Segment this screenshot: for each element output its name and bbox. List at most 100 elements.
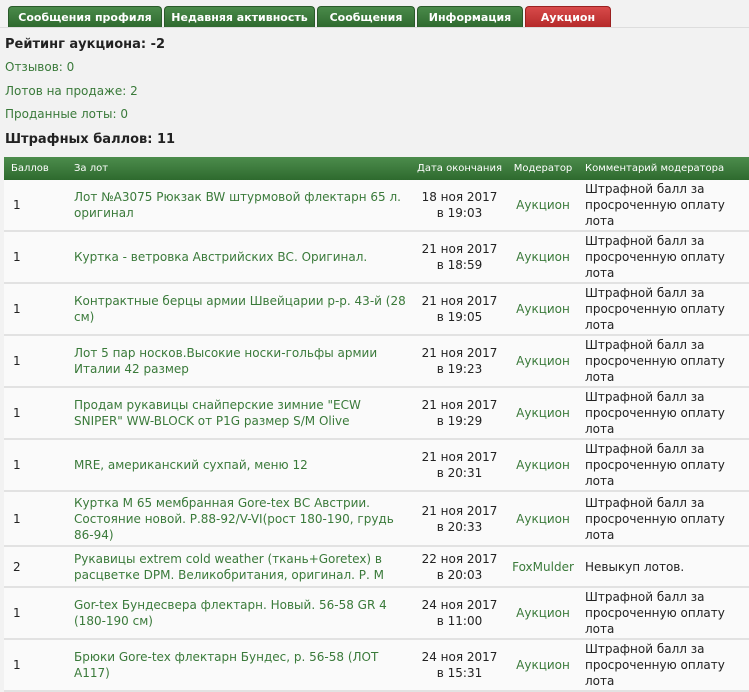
row-comment: Штрафной балл за просроченную оплату лот… <box>579 180 749 232</box>
table-row: 1 Куртка - ветровка Австрийских ВС. Ориг… <box>4 231 749 284</box>
row-time: в 19:23 <box>436 362 483 376</box>
row-lot-link[interactable]: Рукавицы extrem cold weather (ткань+Gore… <box>66 546 412 588</box>
row-score: 1 <box>4 231 66 284</box>
row-score: 2 <box>4 546 66 588</box>
row-comment: Штрафной балл за просроченную оплату лот… <box>579 231 749 284</box>
row-date: 21 ноя 2017 <box>421 242 498 256</box>
profile-tabs: Сообщения профиля Недавняя активность Со… <box>8 6 611 27</box>
row-moderator-link[interactable]: Аукцион <box>507 439 579 492</box>
table-row: 1 Куртка М 65 мембранная Gore-tex ВС Авс… <box>4 491 749 547</box>
row-comment: Штрафной балл за просроченную оплату лот… <box>579 639 749 692</box>
row-time: в 20:33 <box>436 519 483 534</box>
row-lot-link[interactable]: Продам рукавицы снайперские зимние "ECW … <box>66 387 412 440</box>
auction-rating: Рейтинг аукциона: -2 <box>5 37 166 52</box>
table-row: 1 Лот №А3075 Рюкзак BW штурмовой флектар… <box>4 180 749 232</box>
tab-information[interactable]: Информация <box>417 6 523 27</box>
row-comment: Штрафной балл за просроченную оплату лот… <box>579 387 749 440</box>
tab-profile-messages[interactable]: Сообщения профиля <box>8 6 162 27</box>
row-end-date: 21 ноя 2017 в 18:59 <box>412 231 507 284</box>
row-comment: Штрафной балл за просроченную оплату лот… <box>579 439 749 492</box>
row-time: в 15:31 <box>436 666 483 680</box>
row-lot-link[interactable]: Лот №А3075 Рюкзак BW штурмовой флектарн … <box>66 180 412 232</box>
table-row: 1 Gor-tex Бундесвера флектарн. Новый. 56… <box>4 587 749 640</box>
row-lot-link[interactable]: MRE, американский сухпай, меню 12 <box>66 439 412 492</box>
col-score: Баллов <box>4 157 66 180</box>
tab-recent-activity[interactable]: Недавняя активность <box>164 6 315 27</box>
col-end-date: Дата окончания <box>412 157 507 180</box>
row-end-date: 24 ноя 2017 в 15:31 <box>412 639 507 692</box>
row-date: 18 ноя 2017 <box>421 190 498 204</box>
row-end-date: 24 ноя 2017 в 11:00 <box>412 587 507 640</box>
table-row: 1 Контрактные берцы армии Швейцарии р-р.… <box>4 283 749 336</box>
row-comment: Штрафной балл за просроченную оплату лот… <box>579 335 749 388</box>
row-end-date: 21 ноя 2017 в 19:05 <box>412 283 507 336</box>
lots-on-sale: Лотов на продаже: 2 <box>5 83 138 98</box>
row-time: в 19:05 <box>436 310 483 324</box>
reviews-count: Отзывов: 0 <box>5 60 75 74</box>
col-comment: Комментарий модератора <box>579 157 749 180</box>
row-lot-link[interactable]: Куртка - ветровка Австрийских ВС. Оригин… <box>66 231 412 284</box>
row-moderator-link[interactable]: Аукцион <box>507 180 579 232</box>
row-date: 21 ноя 2017 <box>421 450 498 464</box>
row-end-date: 22 ноя 2017 в 20:03 <box>412 546 507 588</box>
table-row: 1 Лот 5 пар носков.Высокие носки-гольфы … <box>4 335 749 388</box>
row-time: в 19:03 <box>436 206 483 220</box>
row-score: 1 <box>4 283 66 336</box>
row-moderator-link[interactable]: Аукцион <box>507 491 579 547</box>
auction-stats: Рейтинг аукциона: -2 Отзывов: 0 Лотов на… <box>5 37 175 155</box>
row-lot-link[interactable]: Брюки Gore-tex флектарн Бундес, р. 56-58… <box>66 639 412 692</box>
row-moderator-link[interactable]: Аукцион <box>507 231 579 284</box>
row-score: 1 <box>4 335 66 388</box>
table-header-row: Баллов За лот Дата окончания Модератор К… <box>4 157 749 180</box>
tab-divider <box>0 27 749 28</box>
row-lot-link[interactable]: Куртка М 65 мембранная Gore-tex ВС Австр… <box>66 491 412 547</box>
row-score: 1 <box>4 387 66 440</box>
row-score: 1 <box>4 439 66 492</box>
row-date: 24 ноя 2017 <box>421 598 498 612</box>
row-time: в 20:03 <box>436 567 483 582</box>
row-moderator-link[interactable]: Аукцион <box>507 335 579 388</box>
col-moderator: Модератор <box>507 157 579 180</box>
penalty-table: Баллов За лот Дата окончания Модератор К… <box>4 157 749 692</box>
row-score: 1 <box>4 639 66 692</box>
row-end-date: 21 ноя 2017 в 20:31 <box>412 439 507 492</box>
row-comment: Штрафной балл за просроченную оплату лот… <box>579 587 749 640</box>
row-score: 1 <box>4 180 66 232</box>
row-moderator-link[interactable]: Аукцион <box>507 387 579 440</box>
row-score: 1 <box>4 491 66 547</box>
row-date: 22 ноя 2017 <box>421 551 498 566</box>
row-date: 21 ноя 2017 <box>421 294 498 308</box>
row-lot-link[interactable]: Лот 5 пар носков.Высокие носки-гольфы ар… <box>66 335 412 388</box>
row-end-date: 21 ноя 2017 в 19:23 <box>412 335 507 388</box>
row-lot-link[interactable]: Gor-tex Бундесвера флектарн. Новый. 56-5… <box>66 587 412 640</box>
row-time: в 19:29 <box>436 414 483 428</box>
tab-auction[interactable]: Аукцион <box>525 6 611 27</box>
row-lot-link[interactable]: Контрактные берцы армии Швейцарии р-р. 4… <box>66 283 412 336</box>
sold-lots: Проданные лоты: 0 <box>5 107 128 121</box>
row-date: 21 ноя 2017 <box>421 398 498 412</box>
row-moderator-link[interactable]: FoxMulder <box>507 546 579 588</box>
table-row: 1 Брюки Gore-tex флектарн Бундес, р. 56-… <box>4 639 749 692</box>
row-time: в 20:31 <box>436 466 483 480</box>
row-end-date: 18 ноя 2017 в 19:03 <box>412 180 507 232</box>
col-lot: За лот <box>66 157 412 180</box>
row-date: 24 ноя 2017 <box>421 650 498 664</box>
row-date: 21 ноя 2017 <box>421 503 498 518</box>
penalty-points: Штрафных баллов: 11 <box>5 131 176 147</box>
table-row: 1 MRE, американский сухпай, меню 12 21 н… <box>4 439 749 492</box>
table-row: 1 Продам рукавицы снайперские зимние "EC… <box>4 387 749 440</box>
row-time: в 11:00 <box>436 614 483 628</box>
tab-messages[interactable]: Сообщения <box>317 6 415 27</box>
row-score: 1 <box>4 587 66 640</box>
table-row: 2 Рукавицы extrem cold weather (ткань+Go… <box>4 546 749 588</box>
row-comment: Штрафной балл за просроченную оплату лот… <box>579 283 749 336</box>
row-moderator-link[interactable]: Аукцион <box>507 283 579 336</box>
row-moderator-link[interactable]: Аукцион <box>507 587 579 640</box>
row-comment: Штрафной балл за просроченную оплату лот… <box>579 491 749 547</box>
row-moderator-link[interactable]: Аукцион <box>507 639 579 692</box>
row-time: в 18:59 <box>436 258 483 272</box>
row-end-date: 21 ноя 2017 в 20:33 <box>412 491 507 547</box>
row-date: 21 ноя 2017 <box>421 346 498 360</box>
row-end-date: 21 ноя 2017 в 19:29 <box>412 387 507 440</box>
row-comment: Невыкуп лотов. <box>579 546 749 588</box>
